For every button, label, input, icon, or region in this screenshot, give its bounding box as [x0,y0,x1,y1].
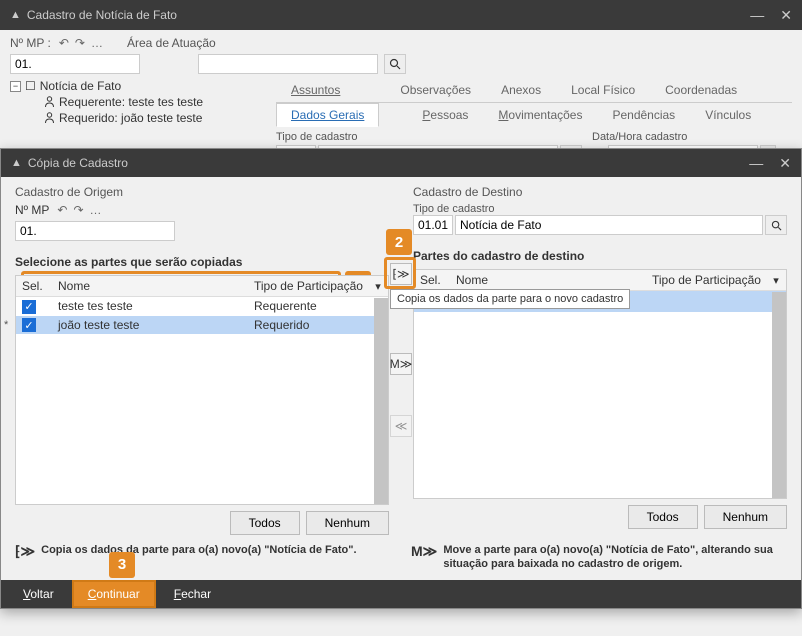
tab-anexos[interactable]: Anexos [486,78,556,102]
modal-title: Cópia de Cadastro [28,156,749,170]
move-legend-text: Move a parte para o(a) novo(a) "Notícia … [443,543,787,572]
tab-local[interactable]: Local Físico [556,78,650,102]
col-sel[interactable]: Sel. [414,270,450,290]
tipo-label: Tipo de cadastro [276,131,582,143]
copy-tooltip: Copia os dados da parte para o novo cada… [390,289,630,309]
app-icon: ▲ [10,9,21,21]
tab-movimentacoes[interactable]: Movimentações [483,103,597,127]
doc-icon: ☐ [25,79,36,93]
select-parts-header: Selecione as partes que serão copiadas [15,255,389,269]
dest-tipo-name[interactable] [455,215,763,235]
tree-root[interactable]: − ☐ Notícia de Fato [10,78,270,94]
continuar-button[interactable]: Continuar [72,580,156,608]
callout-number-3: 3 [109,552,135,578]
mp-label: Nº MP : [10,36,51,50]
area-label: Área de Atuação [127,36,216,50]
nav-back-icon[interactable]: ↶ [57,36,71,50]
tab-coordenadas[interactable]: Coordenadas [650,78,752,102]
transfer-controls: 2 ⁅≫ Copia os dados da parte para o novo… [390,263,412,437]
grid-header: Sel. Nome Tipo de Participação [16,276,388,297]
tab-pendencias[interactable]: Pendências [597,103,690,127]
copy-modal: ▲ Cópia de Cadastro — ✕ Cadastro de Orig… [0,148,802,609]
dest-parts-header: Partes do cadastro de destino [413,249,787,263]
main-titlebar: ▲ Cadastro de Notícia de Fato — ✕ [0,0,802,30]
data-label: Data/Hora cadastro [592,131,776,143]
nav-fwd-icon[interactable]: ↷ [71,203,85,217]
search-icon [771,220,782,231]
tab-assuntos[interactable]: Assuntos [276,78,355,102]
tipo-label: Tipo de cadastro [413,203,787,215]
fechar-button[interactable]: Fechar [160,582,225,606]
nav-back-icon[interactable]: ↶ [55,203,69,217]
tab-observacoes[interactable]: Observações [385,78,486,102]
copy-legend-icon: ⁅≫ [15,543,35,560]
search-icon [389,58,401,70]
checkbox-checked-icon[interactable]: ✓ [22,300,36,314]
modal-bottom-bar: Voltar Continuar Fechar 3 [1,580,801,608]
close-icon[interactable]: ✕ [780,7,792,24]
minimize-icon[interactable]: — [749,155,763,172]
tree-child-requerente[interactable]: Requerente: teste tes teste [44,94,270,110]
todos-button[interactable]: Todos [628,505,698,529]
modal-titlebar: ▲ Cópia de Cadastro — ✕ [1,149,801,177]
copy-legend-text: Copia os dados da parte para o(a) novo(a… [41,543,356,557]
destino-header: Cadastro de Destino [413,185,787,199]
row-marker-icon: * [4,319,8,331]
callout-number-2: 2 [386,229,412,255]
col-nome[interactable]: Nome [52,276,248,296]
voltar-button[interactable]: Voltar [9,582,68,606]
col-nome[interactable]: Nome [450,270,646,290]
tree-child-requerido[interactable]: Requerido: joão teste teste [44,110,270,126]
origem-mp-input[interactable] [15,221,175,241]
col-tipo[interactable]: Tipo de Participação [248,276,388,296]
nav-fwd-icon[interactable]: ↷ [73,36,87,50]
minimize-icon[interactable]: — [750,7,764,24]
col-tipo[interactable]: Tipo de Participação [646,270,786,290]
main-toolbar: Nº MP : ↶ ↷ … Área de Atuação [0,30,802,54]
move-right-button[interactable]: M≫ [390,353,412,375]
checkbox-checked-icon[interactable]: ✓ [22,318,36,332]
tabs-top: Assuntos Observações Anexos Local Físico… [276,78,792,103]
dest-tipo-code[interactable] [413,215,453,235]
close-icon[interactable]: ✕ [779,155,791,172]
move-left-button[interactable]: ≪ [390,415,412,437]
app-icon: ▲ [11,157,22,169]
scrollbar[interactable] [374,298,388,504]
search-button[interactable] [384,54,406,74]
area-input[interactable] [198,54,378,74]
person-icon [44,96,55,108]
mp-prefix-input[interactable] [10,54,140,74]
nav-more-icon[interactable]: … [88,203,104,217]
table-row[interactable]: ✓ teste tes teste Requerente [16,297,388,316]
dest-tipo-search-button[interactable] [765,215,787,235]
col-sel[interactable]: Sel. [16,276,52,296]
move-legend-icon: M≫ [411,543,437,560]
callout-box-2 [384,257,416,289]
nenhum-button[interactable]: Nenhum [704,505,787,529]
filter-icon[interactable]: ▾ [768,272,784,288]
tab-dados-gerais[interactable]: Dados Gerais [276,103,379,127]
scrollbar[interactable] [772,292,786,498]
grid-header: Sel. Nome Tipo de Participação [414,270,786,291]
todos-button[interactable]: Todos [230,511,300,535]
origem-header: Cadastro de Origem [15,185,389,199]
nav-more-icon[interactable]: … [89,36,105,50]
mp-label: Nº MP [15,203,49,217]
nenhum-button[interactable]: Nenhum [306,511,389,535]
source-parts-grid: Sel. Nome Tipo de Participação ▾ ✓ teste… [15,275,389,505]
main-title: Cadastro de Notícia de Fato [27,8,750,22]
tab-pessoas[interactable]: Pessoas [407,103,483,127]
person-icon [44,112,55,124]
tab-vinculos[interactable]: Vínculos [690,103,766,127]
tree-collapse-icon[interactable]: − [10,81,21,92]
table-row[interactable]: * ✓ joão teste teste Requerido [16,316,388,335]
